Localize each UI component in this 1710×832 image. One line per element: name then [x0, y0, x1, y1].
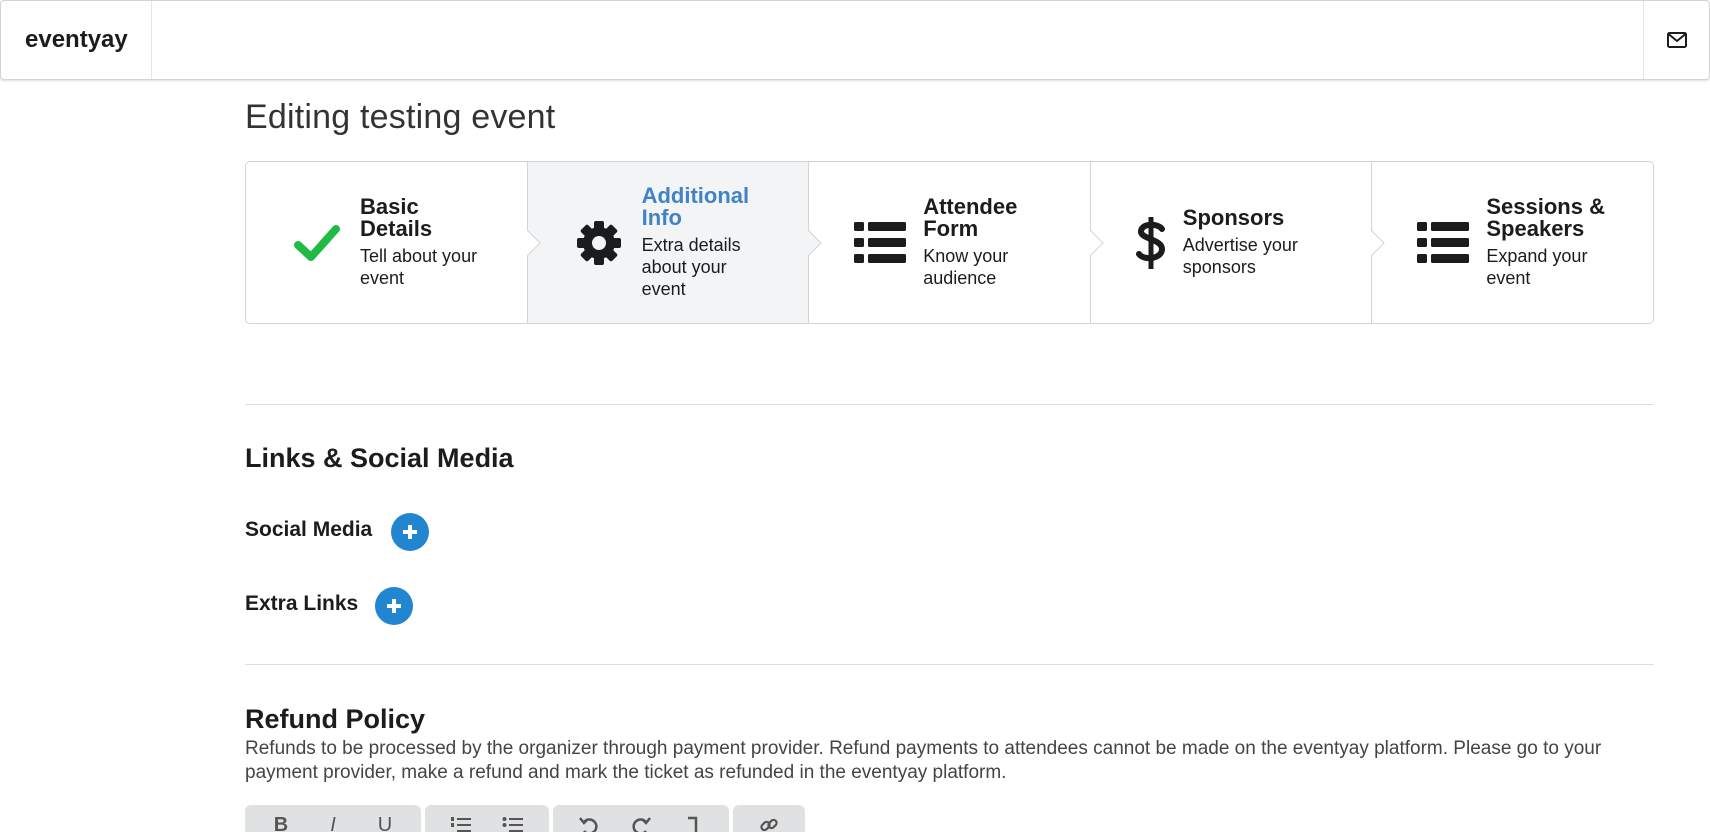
check-icon: [294, 224, 340, 261]
step-desc-line: Tell about your: [360, 246, 478, 266]
step-title-line: Sponsors: [1182, 205, 1285, 230]
step-desc-line: event: [360, 268, 405, 288]
plus-icon: [403, 525, 417, 539]
unordered-list-icon: [502, 817, 523, 832]
remove-format-icon: [688, 816, 698, 832]
redo-icon: [632, 817, 651, 832]
step-sessions-speakers[interactable]: Sessions & Speakers Expand your event: [1372, 162, 1653, 323]
step-additional-info[interactable]: Additional Info Extra details about your…: [527, 162, 822, 323]
step-desc-line: Know your: [923, 246, 1009, 266]
bold-button[interactable]: B: [255, 805, 307, 832]
section-divider: [245, 404, 1654, 405]
list-icon: [854, 221, 907, 263]
step-title-line: Basic: [360, 194, 419, 219]
ordered-list-icon: [451, 817, 471, 832]
page-title: Editing testing event: [245, 98, 556, 136]
step-desc-line: Extra details: [641, 235, 741, 255]
plus-icon: [387, 599, 401, 613]
link-button[interactable]: [743, 805, 795, 832]
step-desc-line: event: [641, 279, 686, 299]
undo-icon: [579, 817, 598, 832]
social-media-label: Social Media: [245, 518, 373, 541]
link-group: [733, 805, 805, 832]
undo-button[interactable]: [563, 805, 615, 832]
underline-button[interactable]: U: [359, 805, 411, 832]
history-group: [553, 805, 729, 832]
step-title-line: Form: [923, 216, 979, 241]
step-title-line: Speakers: [1486, 216, 1585, 241]
extra-links-label: Extra Links: [245, 592, 359, 615]
step-sponsors[interactable]: Sponsors Advertise your sponsors: [1091, 162, 1386, 323]
step-desc-line: Advertise your: [1182, 235, 1298, 255]
dollar-icon: [1135, 216, 1165, 269]
unordered-list-button[interactable]: [487, 805, 539, 832]
brand-logo[interactable]: eventyay: [1, 1, 152, 79]
italic-button[interactable]: I: [307, 805, 359, 832]
remove-format-button[interactable]: [667, 805, 719, 832]
step-title-line: Info: [641, 205, 682, 230]
links-section-title: Links & Social Media: [245, 443, 514, 473]
format-group: B I U: [245, 805, 421, 832]
step-title-line: Details: [360, 216, 433, 241]
editor-toolbar: B I U: [245, 805, 805, 832]
section-divider: [245, 664, 1654, 665]
step-attendee-form[interactable]: Attendee Form Know your audience: [809, 162, 1104, 323]
step-desc-line: about your: [641, 257, 727, 277]
add-social-media-button[interactable]: [391, 513, 429, 551]
step-desc-line: Expand your: [1486, 246, 1588, 266]
step-desc-line: sponsors: [1182, 257, 1256, 277]
step-basic-details[interactable]: Basic Details Tell about your event: [246, 162, 541, 323]
list-icon: [1417, 221, 1470, 263]
gear-icon: [576, 220, 621, 265]
step-title-line: Sessions &: [1486, 194, 1605, 219]
top-menu: eventyay: [0, 0, 1710, 80]
step-desc-line: audience: [923, 268, 997, 288]
mail-button[interactable]: [1643, 1, 1709, 79]
mail-icon: [1666, 32, 1687, 48]
list-group: [425, 805, 549, 832]
redo-button[interactable]: [615, 805, 667, 832]
refund-policy-title: Refund Policy: [245, 704, 426, 734]
wizard-steps: Basic Details Tell about your event Addi…: [245, 161, 1654, 324]
ordered-list-button[interactable]: [435, 805, 487, 832]
step-title-line: Additional: [641, 183, 750, 208]
step-desc-line: event: [1486, 268, 1531, 288]
step-title-line: Attendee: [923, 194, 1018, 219]
refund-policy-text: Refunds to be processed by the organizer…: [245, 738, 1602, 783]
link-icon: [760, 818, 778, 832]
add-extra-link-button[interactable]: [375, 587, 413, 625]
